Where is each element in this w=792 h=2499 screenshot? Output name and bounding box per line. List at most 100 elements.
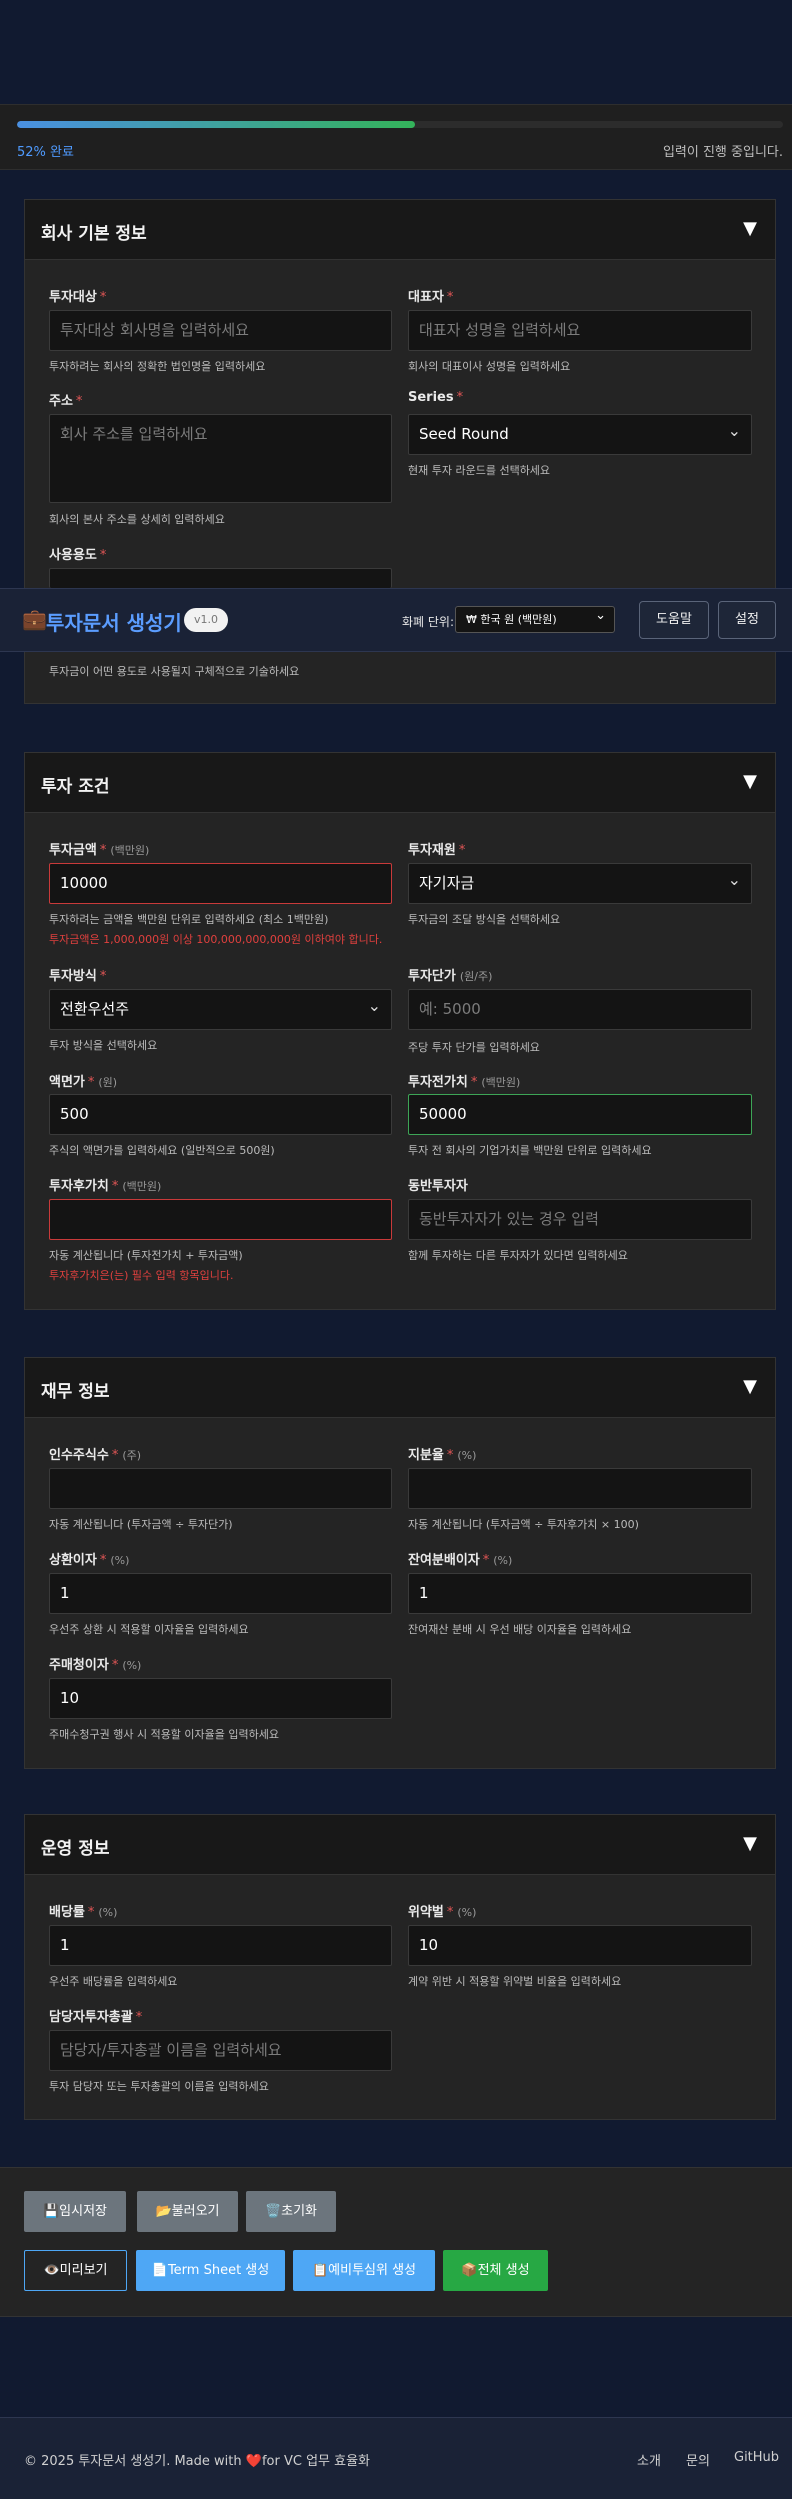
source-select[interactable]: 자기자금 bbox=[408, 863, 752, 904]
method-label: 투자방식 * bbox=[49, 969, 107, 984]
ceo-input[interactable]: 대표자 성명을 입력하세요 bbox=[408, 310, 752, 351]
progress-status: 입력이 진행 중입니다. bbox=[662, 145, 783, 160]
penalty-label: 위약벌 * (%) bbox=[408, 1905, 477, 1920]
price-hint: 주당 투자 단가를 입력하세요 bbox=[408, 1041, 540, 1054]
target-hint: 투자하려는 회사의 정확한 법인명을 입력하세요 bbox=[49, 360, 266, 373]
package-icon: 📦 bbox=[461, 2263, 478, 2278]
reset-button[interactable]: 🗑️초기화 bbox=[246, 2191, 336, 2232]
post-value-error: 투자후가치은(는) 필수 입력 항목입니다. bbox=[49, 1269, 234, 1282]
buyback-label: 주매청이자 * (%) bbox=[49, 1658, 142, 1673]
app-title: 투자문서 생성기 bbox=[46, 611, 182, 635]
clipboard-icon: 📋 bbox=[311, 2263, 329, 2278]
pre-value-label: 투자전가치 * (백만원) bbox=[408, 1075, 521, 1090]
ceo-label: 대표자 * bbox=[408, 290, 454, 305]
dividend-label: 배당률 * (%) bbox=[49, 1905, 118, 1920]
amount-label: 투자금액 * (백만원) bbox=[49, 843, 150, 858]
collapse-icon[interactable]: ▼ bbox=[743, 1833, 757, 1854]
penalty-input[interactable]: 10 bbox=[408, 1925, 752, 1966]
heart-icon: ❤️ bbox=[245, 2454, 262, 2469]
committee-button[interactable]: 📋예비투심위 생성 bbox=[293, 2250, 435, 2291]
residual-input[interactable]: 1 bbox=[408, 1573, 752, 1614]
series-label: Series * bbox=[408, 390, 464, 405]
usage-label: 사용용도 * bbox=[49, 548, 107, 563]
par-label: 액면가 * (원) bbox=[49, 1075, 118, 1090]
collapse-icon[interactable]: ▼ bbox=[743, 1376, 757, 1397]
shares-input[interactable] bbox=[49, 1468, 392, 1509]
operations-section: 운영 정보 ▼ 배당률 * (%) 1 우선주 배당률을 입력하세요 위약벌 * (%)… bbox=[24, 1814, 776, 2120]
contact-link[interactable]: 문의 bbox=[686, 2450, 710, 2469]
preview-button[interactable]: 👁️미리보기 bbox=[24, 2250, 127, 2291]
dividend-input[interactable]: 1 bbox=[49, 1925, 392, 1966]
target-input[interactable]: 투자대상 회사명을 입력하세요 bbox=[49, 310, 392, 351]
company-info-header[interactable]: 회사 기본 정보 ▼ bbox=[25, 200, 775, 260]
manager-input[interactable]: 담당자/투자총괄 이름을 입력하세요 bbox=[49, 2030, 392, 2071]
load-button[interactable]: 📂불러오기 bbox=[137, 2191, 238, 2232]
currency-select[interactable]: ₩ 한국 원 (백만원) bbox=[455, 603, 615, 633]
trash-icon: 🗑️ bbox=[264, 2204, 282, 2219]
save-draft-button[interactable]: 💾임시저장 bbox=[24, 2191, 126, 2232]
par-input[interactable]: 500 bbox=[49, 1094, 392, 1135]
co-investor-input[interactable]: 동반투자자가 있는 경우 입력 bbox=[408, 1199, 752, 1240]
price-input[interactable]: 예: 5000 bbox=[408, 989, 752, 1030]
par-hint: 주식의 액면가를 입력하세요 (일반적으로 500원) bbox=[49, 1144, 275, 1157]
series-select[interactable]: Seed Round bbox=[408, 414, 752, 455]
shares-hint: 자동 계산됩니다 (투자금액 ÷ 투자단가) bbox=[49, 1518, 233, 1531]
generate-all-button[interactable]: 📦전체 생성 bbox=[443, 2250, 548, 2291]
app-header: 💼 투자문서 생성기 v1.0 화폐 단위: ₩ 한국 원 (백만원) 도움말 … bbox=[0, 588, 792, 652]
finance-header[interactable]: 재무 정보 ▼ bbox=[25, 1358, 775, 1418]
document-icon: 📄 bbox=[151, 2263, 168, 2278]
co-investor-label: 동반투자자 bbox=[408, 1179, 468, 1194]
copyright: © 2025 투자문서 생성기. Made with ❤️for VC 업무 효… bbox=[24, 2454, 370, 2469]
help-button[interactable]: 도움말 bbox=[639, 601, 709, 639]
address-hint: 회사의 본사 주소를 상세히 입력하세요 bbox=[49, 513, 225, 526]
github-link[interactable]: GitHub bbox=[734, 2450, 779, 2465]
about-link[interactable]: 소개 bbox=[637, 2450, 661, 2469]
progress-fill bbox=[17, 121, 416, 128]
address-textarea[interactable]: 회사 주소를 입력하세요 bbox=[49, 414, 392, 503]
residual-label: 잔여분배이자 * (%) bbox=[408, 1553, 513, 1568]
term-sheet-button[interactable]: 📄Term Sheet 생성 bbox=[136, 2250, 285, 2291]
usage-hint: 투자금이 어떤 용도로 사용될지 구체적으로 기술하세요 bbox=[49, 665, 300, 678]
footer: © 2025 투자문서 생성기. Made with ❤️for VC 업무 효… bbox=[0, 2417, 792, 2499]
method-select[interactable]: 전환우선주 bbox=[49, 989, 392, 1030]
section-title: 운영 정보 bbox=[41, 1839, 110, 1859]
post-value-label: 투자후가치 * (백만원) bbox=[49, 1179, 162, 1194]
progress-section: 52% 완료 입력이 진행 중입니다. bbox=[0, 104, 792, 170]
redeem-label: 상환이자 * (%) bbox=[49, 1553, 130, 1568]
finance-section: 재무 정보 ▼ 인수주식수 * (주) 자동 계산됩니다 (투자금액 ÷ 투자단가)… bbox=[24, 1357, 776, 1769]
pre-value-input[interactable]: 50000 bbox=[408, 1094, 752, 1135]
amount-error: 투자금액은 1,000,000원 이상 100,000,000,000원 이하여… bbox=[49, 933, 383, 946]
usage-input[interactable] bbox=[49, 568, 392, 588]
eye-icon: 👁️ bbox=[43, 2263, 60, 2278]
redeem-input[interactable]: 1 bbox=[49, 1573, 392, 1614]
progress-bar bbox=[17, 121, 783, 128]
co-investor-hint: 함께 투자하는 다른 투자자가 있다면 입력하세요 bbox=[408, 1249, 628, 1262]
post-value-hint: 자동 계산됩니다 (투자전가치 + 투자금액) bbox=[49, 1249, 243, 1262]
investment-terms-section: 투자 조건 ▼ 투자금액 * (백만원) 10000 투자하려는 금액을 백만원 단… bbox=[24, 752, 776, 1310]
buyback-hint: 주매수청구권 행사 시 적용할 이자율을 입력하세요 bbox=[49, 1728, 280, 1741]
progress-percent: 52% 완료 bbox=[17, 145, 74, 160]
pre-value-hint: 투자 전 회사의 기업가치를 백만원 단위로 입력하세요 bbox=[408, 1144, 652, 1157]
operations-header[interactable]: 운영 정보 ▼ bbox=[25, 1815, 775, 1875]
section-title: 재무 정보 bbox=[41, 1382, 110, 1402]
manager-hint: 투자 담당자 또는 투자총괄의 이름을 입력하세요 bbox=[49, 2080, 269, 2093]
section-title: 회사 기본 정보 bbox=[41, 224, 147, 244]
address-label: 주소 * bbox=[49, 394, 83, 409]
post-value-input[interactable] bbox=[49, 1199, 392, 1240]
amount-input[interactable]: 10000 bbox=[49, 863, 392, 904]
collapse-icon[interactable]: ▼ bbox=[743, 771, 757, 792]
target-label: 투자대상 * bbox=[49, 290, 107, 305]
settings-button[interactable]: 설정 bbox=[718, 601, 776, 639]
folder-icon: 📂 bbox=[155, 2204, 172, 2219]
penalty-hint: 계약 위반 시 적용할 위약벌 비율을 입력하세요 bbox=[408, 1975, 622, 1988]
investment-terms-header[interactable]: 투자 조건 ▼ bbox=[25, 753, 775, 813]
buyback-input[interactable]: 10 bbox=[49, 1678, 392, 1719]
ceo-hint: 회사의 대표이사 성명을 입력하세요 bbox=[408, 360, 571, 373]
amount-hint: 투자하려는 금액을 백만원 단위로 입력하세요 (최소 1백만원) bbox=[49, 913, 329, 926]
section-title: 투자 조건 bbox=[41, 777, 110, 797]
stake-input[interactable] bbox=[408, 1468, 752, 1509]
collapse-icon[interactable]: ▼ bbox=[743, 218, 757, 239]
price-label: 투자단가 (원/주) bbox=[408, 969, 493, 984]
floppy-icon: 💾 bbox=[42, 2204, 60, 2219]
method-hint: 투자 방식을 선택하세요 bbox=[49, 1039, 158, 1052]
